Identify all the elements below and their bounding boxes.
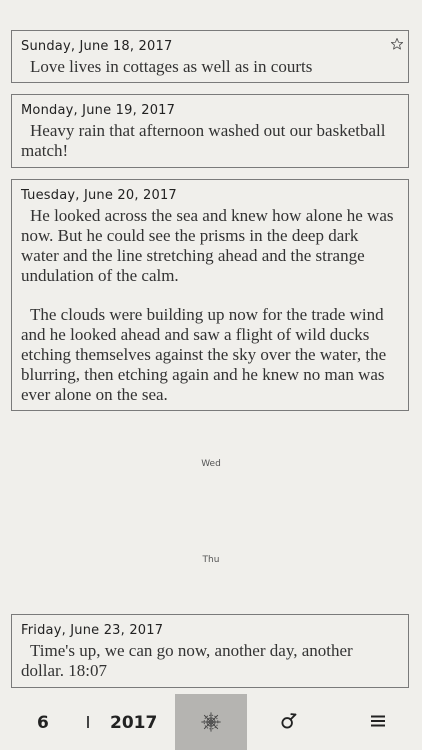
entry-date: Monday, June 19, 2017 — [21, 103, 176, 118]
entry-paragraph: Love lives in cottages as well as in cou… — [30, 57, 313, 76]
entry-text: Time's up, we can go now, another day, a… — [21, 641, 399, 681]
entry-card-monday[interactable]: Monday, June 19, 2017 Heavy rain that af… — [11, 94, 409, 168]
entry-date: Friday, June 23, 2017 — [21, 623, 164, 638]
star-outline-icon[interactable] — [390, 37, 404, 51]
entry-date: Tuesday, June 20, 2017 — [21, 188, 177, 203]
month-year-divider — [87, 716, 89, 728]
hamburger-menu-icon[interactable] — [370, 713, 386, 729]
compass-tab-button[interactable] — [175, 694, 247, 750]
entry-paragraph: He looked across the sea and knew how al… — [21, 206, 394, 285]
entry-date: Sunday, June 18, 2017 — [21, 39, 173, 54]
empty-day-thu[interactable]: Thu — [0, 555, 422, 565]
entry-card-friday[interactable]: Friday, June 23, 2017 Time's up, we can … — [11, 614, 409, 688]
entry-paragraph: Time's up, we can go now, another day, a… — [21, 641, 353, 680]
entry-card-tuesday[interactable]: Tuesday, June 20, 2017 He looked across … — [11, 179, 409, 411]
entry-text: He looked across the sea and knew how al… — [21, 206, 399, 405]
entry-paragraph: Heavy rain that afternoon washed out our… — [21, 121, 386, 160]
bottom-tab-bar: 6 2017 — [0, 693, 422, 750]
month-selector[interactable]: 6 — [37, 713, 49, 733]
entry-text: Love lives in cottages as well as in cou… — [21, 57, 399, 77]
entry-text: Heavy rain that afternoon washed out our… — [21, 121, 399, 161]
year-selector[interactable]: 2017 — [110, 713, 157, 733]
entry-paragraph: The clouds were building up now for the … — [21, 305, 387, 404]
male-symbol-icon[interactable] — [278, 710, 300, 732]
empty-day-wed[interactable]: Wed — [0, 459, 422, 469]
entry-card-sunday[interactable]: Sunday, June 18, 2017 Love lives in cott… — [11, 30, 409, 83]
compass-icon — [201, 712, 221, 732]
